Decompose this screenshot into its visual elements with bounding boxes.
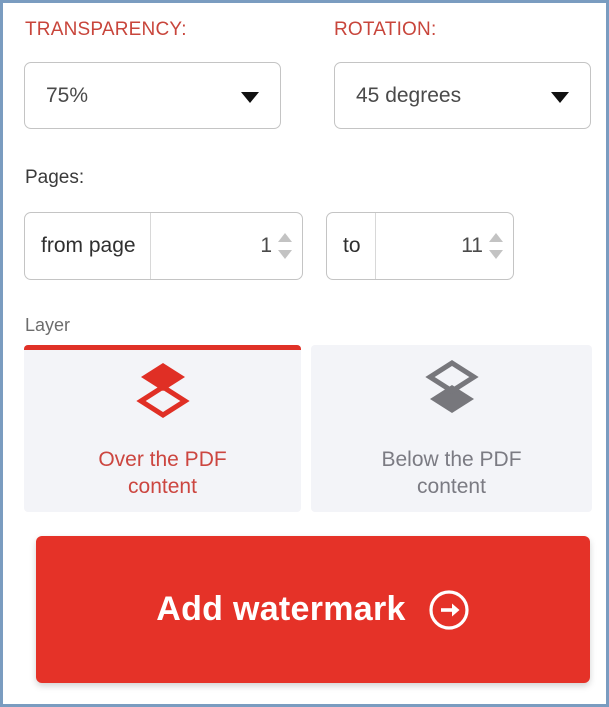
layer-below-icon xyxy=(421,357,483,424)
to-page-numbox[interactable]: 11 xyxy=(374,213,513,279)
layer-label: Layer xyxy=(25,315,71,335)
layer-option-below-label: Below the PDF content xyxy=(381,448,522,498)
rotation-select[interactable]: 45 degrees xyxy=(334,62,591,129)
layer-option-below[interactable]: Below the PDF content xyxy=(311,345,592,512)
layer-option-over-label: Over the PDF content xyxy=(98,448,227,498)
spinner-down-icon[interactable] xyxy=(489,250,503,259)
transparency-select-value: 75% xyxy=(46,83,89,107)
spinner-up-icon[interactable] xyxy=(278,233,292,242)
to-page-stepper[interactable] xyxy=(489,232,503,260)
layer-over-icon xyxy=(132,357,194,424)
spinner-down-icon[interactable] xyxy=(278,250,292,259)
from-page-prefix: from page xyxy=(41,234,136,257)
spinner-up-icon[interactable] xyxy=(489,233,503,242)
pages-label: Pages: xyxy=(25,167,85,188)
rotation-label: ROTATION: xyxy=(334,19,437,40)
from-page-stepper[interactable] xyxy=(278,232,292,260)
from-page-field[interactable]: from page 1 xyxy=(24,212,303,280)
transparency-select[interactable]: 75% xyxy=(24,62,281,129)
to-page-prefix: to xyxy=(343,234,361,257)
add-watermark-button-label: Add watermark xyxy=(156,590,406,628)
to-page-field[interactable]: to 11 xyxy=(326,212,514,280)
arrow-right-circle-icon xyxy=(428,589,470,631)
add-watermark-button[interactable]: Add watermark xyxy=(36,536,590,683)
watermark-options-panel: TRANSPARENCY: 75% ROTATION: 45 degrees P… xyxy=(0,0,609,707)
rotation-select-value: 45 degrees xyxy=(356,83,462,107)
layer-option-over[interactable]: Over the PDF content xyxy=(24,345,301,512)
transparency-label: TRANSPARENCY: xyxy=(25,19,187,40)
chevron-down-icon xyxy=(241,91,259,103)
selected-indicator-bar xyxy=(24,345,301,350)
chevron-down-icon xyxy=(551,91,569,103)
to-page-value: 11 xyxy=(461,234,483,257)
from-page-numbox[interactable]: 1 xyxy=(149,213,302,279)
